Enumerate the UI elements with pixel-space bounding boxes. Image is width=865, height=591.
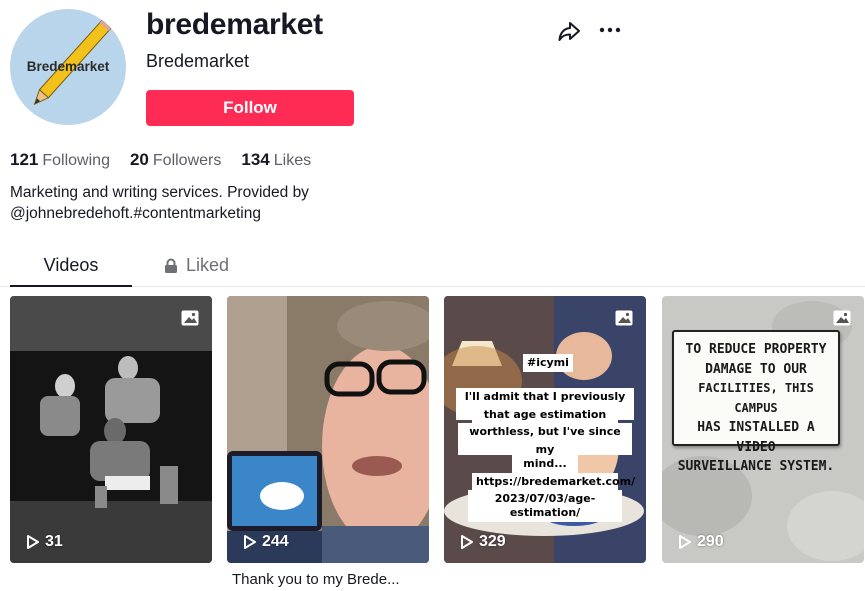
tab-videos[interactable]: Videos	[10, 255, 132, 276]
overlay-hashtag: #icymi	[523, 354, 573, 372]
video-caption[interactable]: Thank you to my Brede...	[232, 571, 400, 588]
view-count-value: 329	[479, 533, 506, 550]
follow-button[interactable]: Follow	[146, 90, 354, 126]
bio-line: @johnebredehoft.#contentmarketing	[10, 205, 261, 222]
view-count-value: 244	[262, 533, 289, 550]
following-label: Following	[42, 152, 110, 169]
photo-icon	[181, 310, 199, 326]
sign-text: TO REDUCE PROPERTY DAMAGE TO OUR FACILIT…	[674, 340, 838, 477]
view-count-value: 290	[697, 533, 724, 550]
lock-icon	[165, 258, 177, 273]
overlay-text: my mind...	[512, 441, 578, 473]
tab-liked[interactable]: Liked	[164, 255, 229, 276]
sign-line: SURVEILLANCE SYSTEM.	[677, 459, 835, 474]
overlay-url-line: https://bredemarket.com/	[476, 475, 636, 488]
sign-line: TO REDUCE PROPERTY	[685, 342, 827, 357]
sign-line: DAMAGE TO OUR	[705, 361, 807, 377]
following-count: 121	[10, 150, 39, 169]
likes-count: 134	[241, 150, 270, 169]
bio-line: Marketing and writing services. Provided…	[10, 184, 309, 201]
sign-line: HAS INSTALLED A VIDEO	[697, 420, 815, 455]
overlay-text-line: my mind...	[523, 443, 567, 470]
nickname: Bredemarket	[146, 51, 250, 71]
following-stat[interactable]: 121 Following	[10, 150, 110, 170]
view-count-value: 31	[45, 533, 63, 550]
profile-stats: 121 Following 20 Followers 134 Likes	[10, 150, 311, 170]
avatar[interactable]: Bredemarket	[10, 9, 126, 125]
bio: Marketing and writing services. Provided…	[10, 182, 390, 224]
likes-stat: 134 Likes	[241, 150, 311, 170]
active-tab-indicator	[10, 285, 132, 287]
play-icon	[461, 535, 473, 549]
photo-icon	[615, 310, 633, 326]
video-thumbnail-wrestling	[10, 296, 212, 563]
view-count: 244	[243, 533, 289, 551]
overlay-url: 2023/07/03/age-estimation/	[468, 490, 622, 522]
video-card[interactable]: 244	[227, 296, 429, 563]
sign-line: FACILITIES, THIS CAMPUS	[698, 381, 814, 415]
video-card[interactable]: 31	[10, 296, 212, 563]
likes-label: Likes	[273, 152, 312, 169]
video-card[interactable]: TO REDUCE PROPERTY DAMAGE TO OUR FACILIT…	[662, 296, 864, 563]
view-count: 290	[678, 533, 724, 551]
play-icon	[679, 535, 691, 549]
followers-label: Followers	[152, 152, 222, 169]
view-count: 31	[26, 533, 63, 551]
followers-stat[interactable]: 20 Followers	[130, 150, 221, 170]
play-icon	[244, 535, 256, 549]
more-icon[interactable]	[597, 18, 623, 44]
username: bredemarket	[146, 8, 323, 41]
play-icon	[27, 535, 39, 549]
avatar-text: Bredemarket	[26, 59, 110, 74]
surveillance-sign: TO REDUCE PROPERTY DAMAGE TO OUR FACILIT…	[672, 330, 840, 474]
followers-count: 20	[129, 150, 149, 169]
view-count: 329	[460, 533, 506, 551]
overlay-url-line: 2023/07/03/age-estimation/	[494, 492, 596, 519]
tab-liked-label: Liked	[186, 255, 230, 275]
overlay-url: https://bredemarket.com/	[472, 473, 636, 491]
share-icon[interactable]	[556, 18, 582, 44]
video-card[interactable]: #icymi I'll admit that I previously thou…	[444, 296, 646, 563]
photo-icon	[833, 310, 851, 326]
video-thumbnail-selfie	[227, 296, 429, 563]
